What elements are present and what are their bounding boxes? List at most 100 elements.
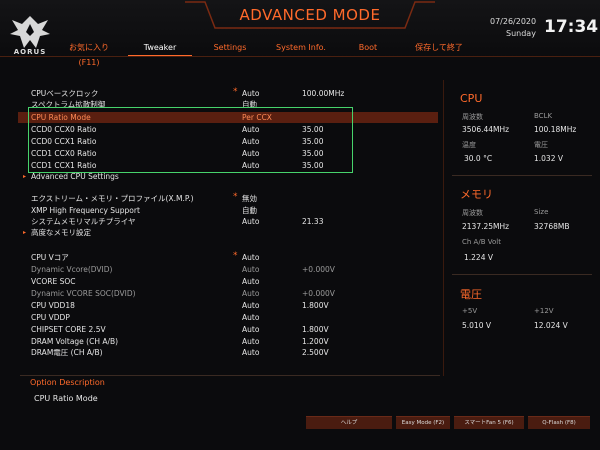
setting-current: 100.00MHz — [302, 89, 345, 98]
submenu-advanced-memory-settings[interactable]: 高度なメモリ設定 — [18, 227, 438, 238]
cpu-freq-label: 周波数 — [462, 113, 483, 121]
clock-display: 17:34 — [544, 17, 599, 37]
mem-volt-label: Ch A/B Volt — [462, 238, 501, 246]
smart-fan-button[interactable]: スマートFan 5 (F6) — [454, 416, 524, 429]
tab-tweaker[interactable]: Tweaker — [128, 40, 192, 57]
mem-size-value: 32768MB — [534, 222, 570, 231]
setting-current: 21.33 — [302, 217, 324, 226]
brand-logo-text: AORUS — [13, 48, 47, 56]
setting-value[interactable]: Auto — [242, 216, 259, 227]
setting-dynamic-vcore-soc[interactable]: Dynamic VCORE SOC(DVID) Auto +0.000V — [18, 288, 438, 299]
setting-label: CPUベースクロック — [31, 89, 99, 98]
setting-label: エクストリーム・メモリ・プロファイル(X.M.P.) — [31, 194, 194, 203]
v12-label: +12V — [534, 307, 554, 315]
setting-value[interactable]: Auto — [242, 88, 259, 99]
setting-cpu-base-clock[interactable]: CPUベースクロック * Auto 100.00MHz — [18, 87, 438, 99]
description-divider — [20, 375, 440, 376]
header-bar: AORUS ADVANCED MODE 07/26/2020 Sunday 17… — [0, 0, 600, 67]
setting-cpu-vcore[interactable]: CPU Vコア * Auto — [18, 251, 438, 263]
setting-dynamic-vcore[interactable]: Dynamic Vcore(DVID) Auto +0.000V — [18, 264, 438, 275]
setting-value[interactable]: 無効 — [242, 193, 257, 204]
setting-value[interactable]: Auto — [242, 336, 259, 347]
tab-settings[interactable]: Settings — [200, 40, 260, 55]
setting-current: 1.800V — [302, 301, 329, 310]
setting-value[interactable]: Auto — [242, 324, 259, 335]
submenu-label: Advanced CPU Settings — [23, 171, 119, 182]
setting-value[interactable]: Auto — [242, 276, 259, 287]
setting-label: XMP High Frequency Support — [31, 206, 140, 215]
setting-value[interactable]: Auto — [242, 252, 259, 263]
modified-star-icon: * — [233, 87, 238, 97]
setting-xmp-high-frequency[interactable]: XMP High Frequency Support 自動 — [18, 205, 438, 216]
setting-cpu-vdd18[interactable]: CPU VDD18 Auto 1.800V — [18, 300, 438, 311]
modified-star-icon: * — [233, 192, 238, 202]
cpu-freq-value: 3506.44MHz — [462, 125, 510, 134]
setting-dram-voltage-jp[interactable]: DRAM電圧 (CH A/B) Auto 2.500V — [18, 347, 438, 358]
setting-label: CPU VDDP — [31, 313, 70, 322]
setting-value[interactable]: Auto — [242, 300, 259, 311]
modified-star-icon: * — [233, 251, 238, 261]
setting-current: 2.500V — [302, 348, 329, 357]
page-title: ADVANCED MODE — [239, 6, 381, 24]
setting-label: CPU VDD18 — [31, 301, 75, 310]
cpu-bclk-label: BCLK — [534, 112, 553, 120]
cpu-temp-value: 30.0 °C — [464, 154, 493, 163]
setting-current: +0.000V — [302, 265, 335, 274]
setting-dram-voltage[interactable]: DRAM Voltage (CH A/B) Auto 1.200V — [18, 336, 438, 347]
mem-freq-value: 2137.25MHz — [462, 222, 510, 231]
date-display: 07/26/2020 — [490, 17, 537, 26]
tab-system-info[interactable]: System Info. — [270, 40, 332, 55]
setting-current: 1.800V — [302, 325, 329, 334]
setting-label: DRAM電圧 (CH A/B) — [31, 348, 103, 357]
setting-value[interactable]: Auto — [242, 288, 259, 299]
mem-volt-value: 1.224 V — [464, 253, 493, 262]
setting-chipset-core[interactable]: CHIPSET CORE 2.5V Auto 1.800V — [18, 324, 438, 335]
submenu-advanced-cpu-settings[interactable]: Advanced CPU Settings — [18, 171, 438, 182]
tab-tweaker-label: Tweaker — [143, 43, 177, 52]
tab-favorites[interactable]: お気に入り (F11) — [58, 40, 120, 67]
section-divider — [452, 175, 592, 176]
setting-label: Dynamic Vcore(DVID) — [31, 265, 113, 274]
setting-value[interactable]: 自動 — [242, 205, 257, 216]
cpu-temp-label: 温度 — [462, 141, 476, 149]
voltage-section-title: 電圧 — [460, 288, 482, 301]
help-button[interactable]: ヘルプ — [306, 416, 392, 429]
cpu-bclk-value: 100.18MHz — [534, 125, 577, 134]
selection-highlight-box — [28, 107, 353, 173]
setting-current: 1.200V — [302, 337, 329, 346]
easy-mode-button[interactable]: Easy Mode (F2) — [396, 416, 450, 429]
setting-label: Dynamic VCORE SOC(DVID) — [31, 289, 136, 298]
v5-label: +5V — [462, 307, 478, 315]
day-display: Sunday — [506, 29, 536, 38]
setting-cpu-vddp[interactable]: CPU VDDP Auto — [18, 312, 438, 323]
setting-value[interactable]: Auto — [242, 312, 259, 323]
setting-vcore-soc[interactable]: VCORE SOC Auto — [18, 276, 438, 287]
setting-label: CHIPSET CORE 2.5V — [31, 325, 106, 334]
settings-panel: CPUベースクロック * Auto 100.00MHz スペクトラム拡散制御 自… — [18, 82, 438, 372]
qflash-button[interactable]: Q-Flash (F8) — [528, 416, 590, 429]
setting-current: +0.000V — [302, 289, 335, 298]
option-description-text: CPU Ratio Mode — [34, 394, 98, 403]
v5-value: 5.010 V — [462, 321, 491, 330]
side-panel-divider — [443, 80, 444, 376]
setting-value[interactable]: Auto — [242, 264, 259, 275]
setting-xmp[interactable]: エクストリーム・メモリ・プロファイル(X.M.P.) * 無効 — [18, 192, 438, 204]
setting-label: システムメモリマルチプライヤ — [31, 217, 136, 226]
option-description-title: Option Description — [30, 378, 105, 387]
header-divider — [0, 56, 600, 57]
title-banner: ADVANCED MODE — [185, 0, 435, 30]
cpu-section-title: CPU — [460, 92, 483, 105]
setting-value[interactable]: Auto — [242, 347, 259, 358]
setting-label: CPU Vコア — [31, 253, 69, 262]
tab-boot[interactable]: Boot — [340, 40, 396, 55]
setting-label: VCORE SOC — [31, 277, 76, 286]
mem-size-label: Size — [534, 208, 549, 216]
tab-save-exit[interactable]: 保存して終了 — [404, 40, 474, 55]
cpu-volt-value: 1.032 V — [534, 154, 563, 163]
section-divider — [452, 274, 592, 275]
setting-label: DRAM Voltage (CH A/B) — [31, 337, 119, 346]
v12-value: 12.024 V — [534, 321, 568, 330]
memory-section-title: メモリ — [460, 188, 493, 201]
setting-memory-multiplier[interactable]: システムメモリマルチプライヤ Auto 21.33 — [18, 216, 438, 227]
cpu-volt-label: 電圧 — [534, 141, 548, 149]
